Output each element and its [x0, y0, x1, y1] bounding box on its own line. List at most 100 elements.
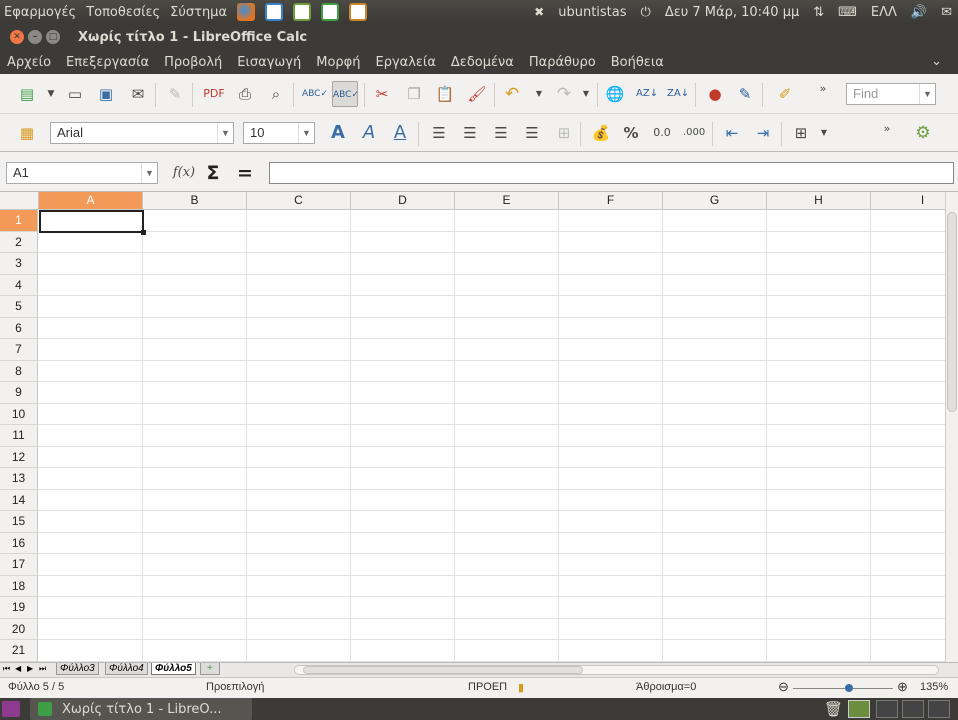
workspace-switcher-icon[interactable] [848, 700, 870, 718]
row-header-1[interactable]: 1 [0, 210, 38, 232]
borders-dropdown-icon[interactable]: ▼ [813, 122, 835, 144]
navigator-icon[interactable]: ✐ [774, 83, 796, 105]
show-desktop-icon[interactable] [2, 701, 20, 717]
undo-icon[interactable]: ↶ [501, 83, 523, 105]
row-header-21[interactable]: 21 [0, 640, 38, 662]
sort-ascending-icon[interactable]: AZ↓ [636, 83, 658, 105]
column-header-b[interactable]: B [143, 192, 247, 210]
menu-format[interactable]: Μορφή [316, 55, 360, 70]
column-header-d[interactable]: D [351, 192, 455, 210]
row-header-18[interactable]: 18 [0, 575, 38, 597]
username-label[interactable]: ubuntistas [558, 5, 626, 20]
column-header-a[interactable]: A [39, 192, 143, 210]
last-sheet-nav-icon[interactable]: ⏭ [39, 664, 46, 674]
zoom-out-icon[interactable]: ⊖ [778, 679, 789, 695]
menu-view[interactable]: Προβολή [164, 55, 222, 70]
first-sheet-nav-icon[interactable]: ⏮ [3, 664, 10, 674]
undo-dropdown-icon[interactable]: ▼ [528, 83, 550, 105]
maximize-window-icon[interactable]: □ [46, 30, 60, 44]
menu-edit[interactable]: Επεξεργασία [66, 55, 149, 70]
toolbar-overflow-icon[interactable]: » [812, 78, 834, 100]
paste-icon[interactable]: 📋 [434, 83, 456, 105]
row-header-19[interactable]: 19 [0, 597, 38, 619]
spellcheck-icon[interactable]: ABC✓ [302, 83, 328, 105]
align-right-icon[interactable]: ☰ [490, 122, 512, 144]
workspace-4-icon[interactable] [928, 700, 950, 718]
increase-indent-icon[interactable]: ⇥ [752, 122, 774, 144]
email-document-icon[interactable]: ✉ [127, 83, 149, 105]
workspace-3-icon[interactable] [902, 700, 924, 718]
zoom-in-icon[interactable]: ⊕ [897, 679, 908, 695]
column-header-h[interactable]: H [767, 192, 871, 210]
power-icon[interactable]: ⏻ [641, 5, 651, 20]
toolbar-options-icon[interactable]: ⚙ [912, 122, 934, 144]
underline-icon[interactable]: A [389, 122, 411, 144]
standard-format-icon[interactable]: 0.0 [651, 122, 673, 144]
zoom-level-label[interactable]: 135% [920, 681, 948, 693]
window-titlebar[interactable]: ✕ – □ Χωρίς τίτλο 1 - LibreOffice Calc [0, 24, 958, 50]
row-header-12[interactable]: 12 [0, 446, 38, 468]
sheet-tab[interactable]: Φύλλο4 [105, 663, 148, 675]
row-header-16[interactable]: 16 [0, 532, 38, 554]
row-header-9[interactable]: 9 [0, 382, 38, 404]
row-header-14[interactable]: 14 [0, 489, 38, 511]
font-name-dropdown-icon[interactable]: ▼ [217, 123, 233, 143]
keyboard-icon[interactable]: ⌨ [838, 5, 857, 20]
row-header-8[interactable]: 8 [0, 360, 38, 382]
row-header-5[interactable]: 5 [0, 296, 38, 318]
row-header-15[interactable]: 15 [0, 511, 38, 533]
row-header-17[interactable]: 17 [0, 554, 38, 576]
system-menu[interactable]: Σύστημα [170, 5, 227, 20]
column-header-c[interactable]: C [247, 192, 351, 210]
name-box-dropdown-icon[interactable]: ▼ [141, 163, 157, 183]
fill-handle[interactable] [141, 229, 146, 235]
column-header-e[interactable]: E [455, 192, 559, 210]
next-sheet-nav-icon[interactable]: ▶ [27, 664, 33, 673]
percent-format-icon[interactable]: % [620, 122, 642, 144]
row-header-11[interactable]: 11 [0, 425, 38, 447]
network-icon[interactable]: ⇅ [813, 5, 824, 20]
name-box[interactable]: A1 ▼ [6, 162, 158, 184]
align-center-icon[interactable]: ☰ [459, 122, 481, 144]
autospellcheck-icon[interactable]: ABC✓ [332, 81, 359, 107]
user-switch-icon[interactable]: ✖ [534, 5, 544, 19]
borders-icon[interactable]: ⊞ [790, 122, 812, 144]
export-pdf-icon[interactable]: PDF [203, 83, 225, 105]
column-header-g[interactable]: G [663, 192, 767, 210]
font-size-select[interactable]: 10 ▼ [243, 122, 315, 144]
align-left-icon[interactable]: ☰ [428, 122, 450, 144]
sheet-tab-active[interactable]: Φύλλο5 [151, 663, 196, 675]
print-preview-icon[interactable]: ⌕ [265, 83, 287, 105]
writer-launcher-icon[interactable] [265, 3, 284, 21]
insert-chart-icon[interactable]: ● [704, 83, 726, 105]
hyperlink-icon[interactable]: 🌐 [604, 83, 626, 105]
menu-file[interactable]: Αρχείο [7, 55, 51, 70]
font-size-dropdown-icon[interactable]: ▼ [298, 123, 314, 143]
clone-formatting-icon[interactable]: 🖌 [466, 83, 488, 105]
vertical-scrollbar[interactable] [945, 192, 958, 662]
edit-file-icon[interactable]: ✎ [164, 83, 186, 105]
new-dropdown-icon[interactable]: ▼ [40, 83, 62, 105]
trash-icon[interactable]: 🗑 [824, 700, 843, 718]
redo-icon[interactable]: ↷ [553, 83, 575, 105]
page-style-label[interactable]: Προεπιλογή [206, 681, 264, 693]
show-draw-functions-icon[interactable]: ✎ [734, 83, 756, 105]
sheet-tab[interactable]: Φύλλο3 [56, 663, 99, 675]
menu-window[interactable]: Παράθυρο [529, 55, 596, 70]
impress-launcher-icon[interactable] [349, 3, 368, 21]
print-icon[interactable]: ⎙ [234, 83, 256, 105]
menu-tools[interactable]: Εργαλεία [375, 55, 435, 70]
hscroll-thumb[interactable] [303, 666, 583, 674]
function-wizard-icon[interactable]: f(x) [170, 162, 198, 184]
toolbar2-overflow-icon[interactable]: » [876, 118, 898, 140]
styles-formatting-icon[interactable]: ▦ [16, 122, 38, 144]
firefox-launcher-icon[interactable] [237, 3, 256, 21]
row-header-4[interactable]: 4 [0, 274, 38, 296]
copy-icon[interactable]: ❐ [403, 83, 425, 105]
menubar-overflow-icon[interactable]: ⌄ [931, 54, 942, 69]
applications-menu[interactable]: Εφαρμογές [4, 5, 76, 20]
spreadsheet-grid[interactable]: A B C D E F G H I 1 2 3 4 5 6 7 8 9 10 11 12 13 14 15 16 17 18 19 20… [0, 192, 945, 662]
sum-icon[interactable]: Σ [202, 162, 224, 184]
taskbar-window-button[interactable]: Χωρίς τίτλο 1 - LibreO... [30, 698, 252, 720]
bold-icon[interactable]: A [327, 122, 349, 144]
